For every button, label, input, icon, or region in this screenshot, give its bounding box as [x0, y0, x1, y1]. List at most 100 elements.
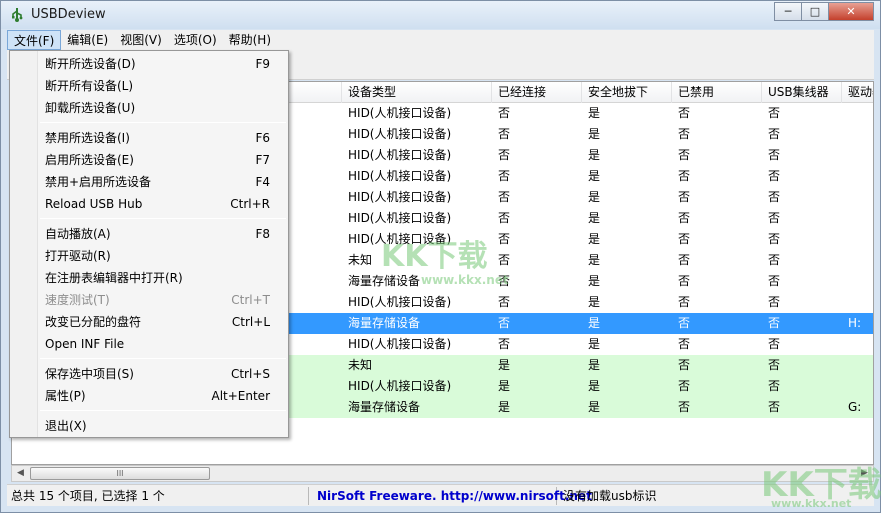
table-cell: [842, 208, 873, 229]
file-menu-item[interactable]: 退出(X): [12, 415, 286, 437]
table-cell: H:: [848, 316, 862, 330]
table-cell: [842, 376, 873, 397]
column-header[interactable]: 驱动器: [842, 82, 873, 103]
file-menu-item[interactable]: 保存选中项目(S) Ctrl+S: [12, 363, 286, 385]
minimize-button[interactable]: ─: [774, 2, 802, 21]
table-cell: 否: [678, 253, 691, 267]
table-cell: 否: [678, 295, 691, 309]
menu-item-label: 退出(X): [45, 419, 87, 433]
table-cell: 否: [678, 400, 691, 414]
file-menu-item[interactable]: 在注册表编辑器中打开(R): [12, 267, 286, 289]
table-cell: 否: [498, 106, 511, 120]
table-cell: [842, 271, 873, 292]
table-cell: HID(人机接口设备): [348, 148, 452, 162]
menu-item-label: 在注册表编辑器中打开(R): [45, 271, 183, 285]
close-button[interactable]: ✕: [828, 2, 874, 21]
table-cell: 否: [678, 127, 691, 141]
menu-separator: [40, 122, 286, 123]
file-menu-item[interactable]: 卸载所选设备(U): [12, 97, 286, 119]
menu-view[interactable]: 视图(V): [114, 30, 168, 50]
table-cell: HID(人机接口设备): [348, 211, 452, 225]
table-cell: 否: [768, 190, 781, 204]
table-cell: 是: [498, 379, 511, 393]
table-cell: 是: [588, 379, 601, 393]
table-cell: HID(人机接口设备): [348, 379, 452, 393]
table-cell: 是: [588, 169, 601, 183]
table-cell: 是: [588, 295, 601, 309]
table-cell: 否: [768, 148, 781, 162]
column-header[interactable]: 已经连接: [492, 82, 582, 103]
scroll-left-icon[interactable]: ◀: [12, 466, 29, 481]
nirsoft-link[interactable]: NirSoft Freeware. http://www.nirsoft.net: [313, 487, 592, 505]
table-cell: 否: [768, 337, 781, 351]
menu-item-label: 卸载所选设备(U): [45, 101, 136, 115]
menu-item-label: 属性(P): [45, 389, 86, 403]
menu-bar: 文件(F) 编辑(E) 视图(V) 选项(O) 帮助(H): [7, 30, 874, 50]
table-cell: 是: [588, 316, 601, 330]
file-menu-item[interactable]: 禁用+启用所选设备 F4: [12, 171, 286, 193]
menu-item-shortcut: F7: [255, 153, 270, 167]
table-cell: 否: [498, 232, 511, 246]
file-menu-item[interactable]: 改变已分配的盘符 Ctrl+L: [12, 311, 286, 333]
table-cell: 否: [768, 400, 781, 414]
table-cell: HID(人机接口设备): [348, 127, 452, 141]
table-cell: 是: [588, 253, 601, 267]
menu-options[interactable]: 选项(O): [168, 30, 223, 50]
file-menu-item[interactable]: 自动播放(A) F8: [12, 223, 286, 245]
table-cell: 否: [678, 274, 691, 288]
menu-file[interactable]: 文件(F): [7, 30, 62, 50]
table-cell: 海量存储设备: [348, 316, 421, 330]
table-cell: 海量存储设备: [348, 400, 421, 414]
table-cell: 否: [768, 127, 781, 141]
table-cell: 否: [678, 169, 691, 183]
file-menu-item[interactable]: 禁用所选设备(I) F6: [12, 127, 286, 149]
menu-item-label: 禁用所选设备(I): [45, 131, 130, 145]
file-menu-item[interactable]: 属性(P) Alt+Enter: [12, 385, 286, 407]
table-cell: 否: [768, 253, 781, 267]
table-cell: 是: [588, 127, 601, 141]
menu-item-shortcut: Ctrl+R: [230, 197, 270, 211]
menu-item-label: Reload USB Hub: [45, 197, 143, 211]
table-cell: [842, 229, 873, 250]
menu-item-label: 改变已分配的盘符: [45, 315, 142, 329]
file-menu-item[interactable]: 断开所有设备(L): [12, 75, 286, 97]
menu-item-label: 保存选中项目(S): [45, 367, 134, 381]
table-cell: 未知: [348, 358, 373, 372]
table-cell: 是: [588, 211, 601, 225]
table-cell: 否: [678, 358, 691, 372]
menu-item-label: 断开所有设备(L): [45, 79, 134, 93]
table-cell: 否: [498, 253, 511, 267]
column-header[interactable]: 设备类型: [342, 82, 492, 103]
maximize-button[interactable]: □: [801, 2, 829, 21]
table-cell: 否: [498, 148, 511, 162]
table-cell: 否: [498, 190, 511, 204]
table-cell: [842, 355, 873, 376]
file-menu-item: 速度测试(T) Ctrl+T: [12, 289, 286, 311]
table-cell: 否: [768, 211, 781, 225]
file-menu-item[interactable]: Open INF File: [12, 333, 286, 355]
file-menu-item[interactable]: 断开所选设备(D) F9: [12, 53, 286, 75]
file-menu-item[interactable]: 启用所选设备(E) F7: [12, 149, 286, 171]
menu-item-label: 启用所选设备(E): [45, 153, 134, 167]
column-header[interactable]: USB集线器: [762, 82, 842, 103]
horizontal-scrollbar[interactable]: ◀ III ▶: [11, 465, 874, 482]
status-usb-ids: 没有加载usb标识: [563, 489, 657, 503]
status-count: 总共 15 个项目, 已选择 1 个: [7, 487, 309, 505]
watermark-url: www.kkx.net: [421, 273, 509, 287]
table-cell: 否: [768, 274, 781, 288]
table-cell: 是: [588, 358, 601, 372]
menu-help[interactable]: 帮助(H): [223, 30, 277, 50]
table-cell: 否: [498, 169, 511, 183]
file-menu-item[interactable]: Reload USB Hub Ctrl+R: [12, 193, 286, 215]
scroll-thumb[interactable]: III: [30, 467, 210, 480]
menu-item-shortcut: Ctrl+T: [231, 293, 270, 307]
file-menu-item[interactable]: 打开驱动(R): [12, 245, 286, 267]
usb-icon: [12, 8, 23, 22]
menu-edit[interactable]: 编辑(E): [61, 30, 114, 50]
column-header[interactable]: 安全地拔下: [582, 82, 672, 103]
menu-item-label: 断开所选设备(D): [45, 57, 136, 71]
window-title: USBDeview: [31, 7, 106, 22]
column-header[interactable]: 已禁用: [672, 82, 762, 103]
table-cell: HID(人机接口设备): [348, 169, 452, 183]
table-cell: HID(人机接口设备): [348, 106, 452, 120]
